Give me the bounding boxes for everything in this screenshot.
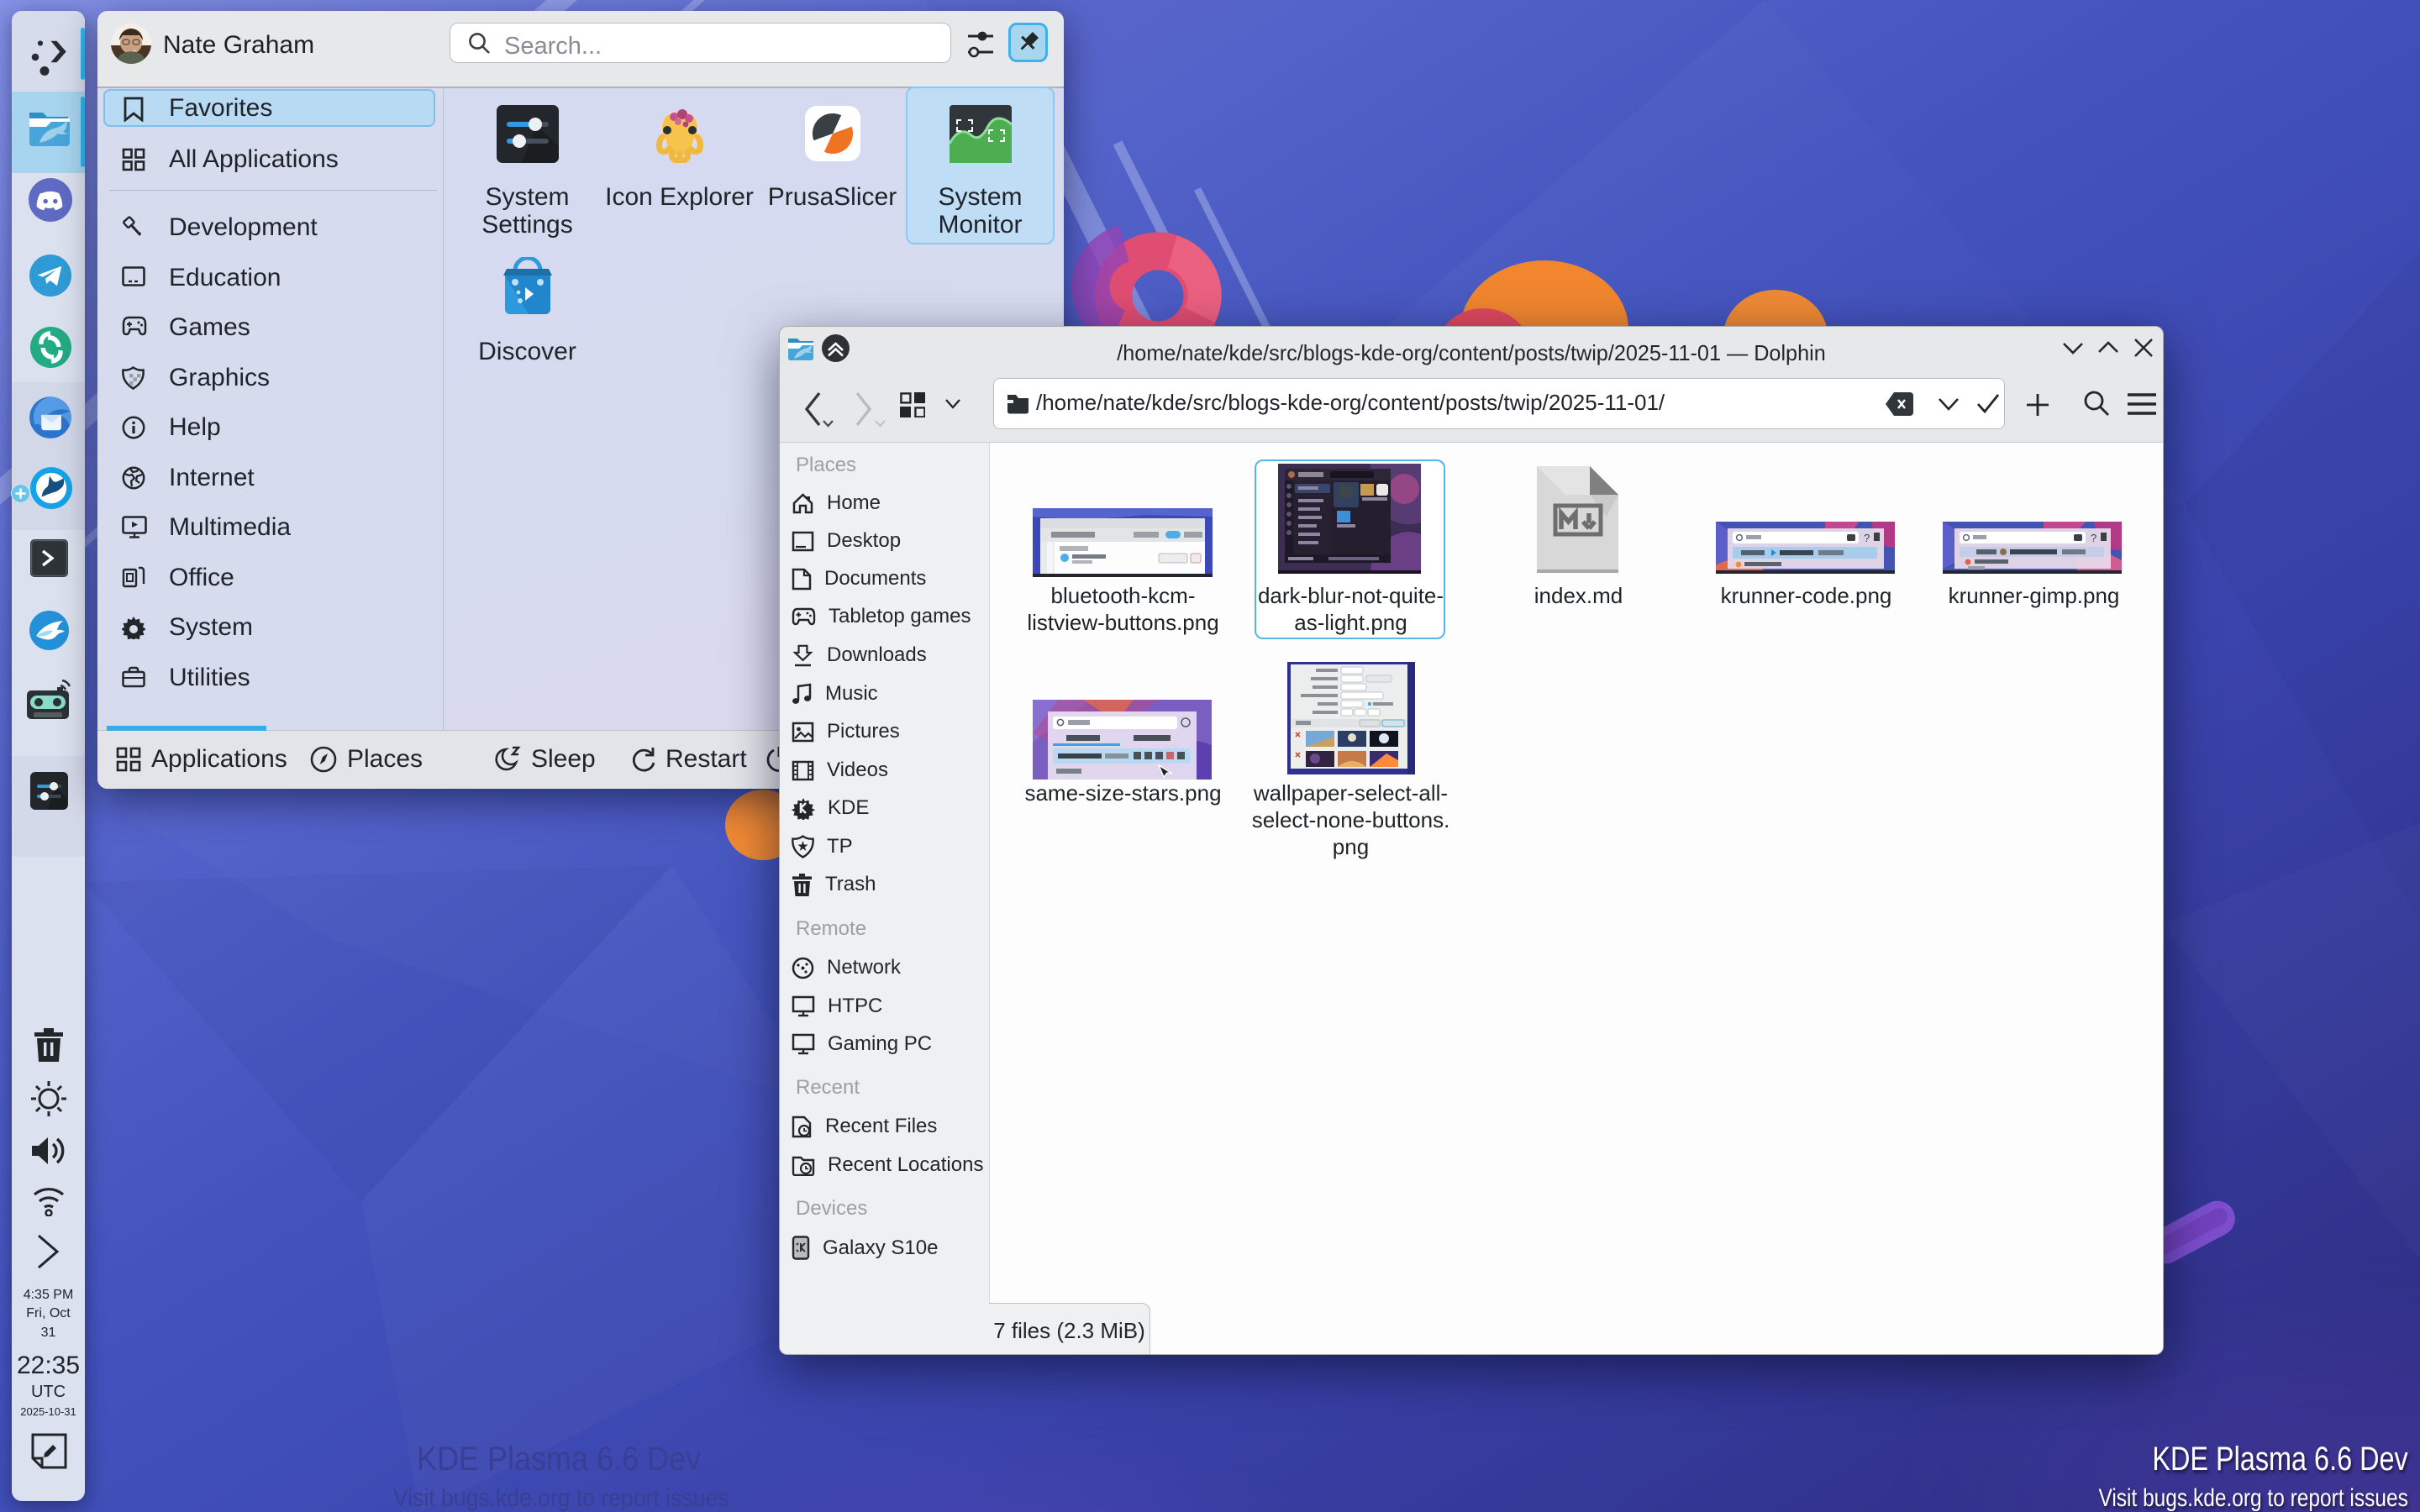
svg-text:?: ? [2091,532,2096,544]
svg-text:?: ? [1864,532,1870,544]
